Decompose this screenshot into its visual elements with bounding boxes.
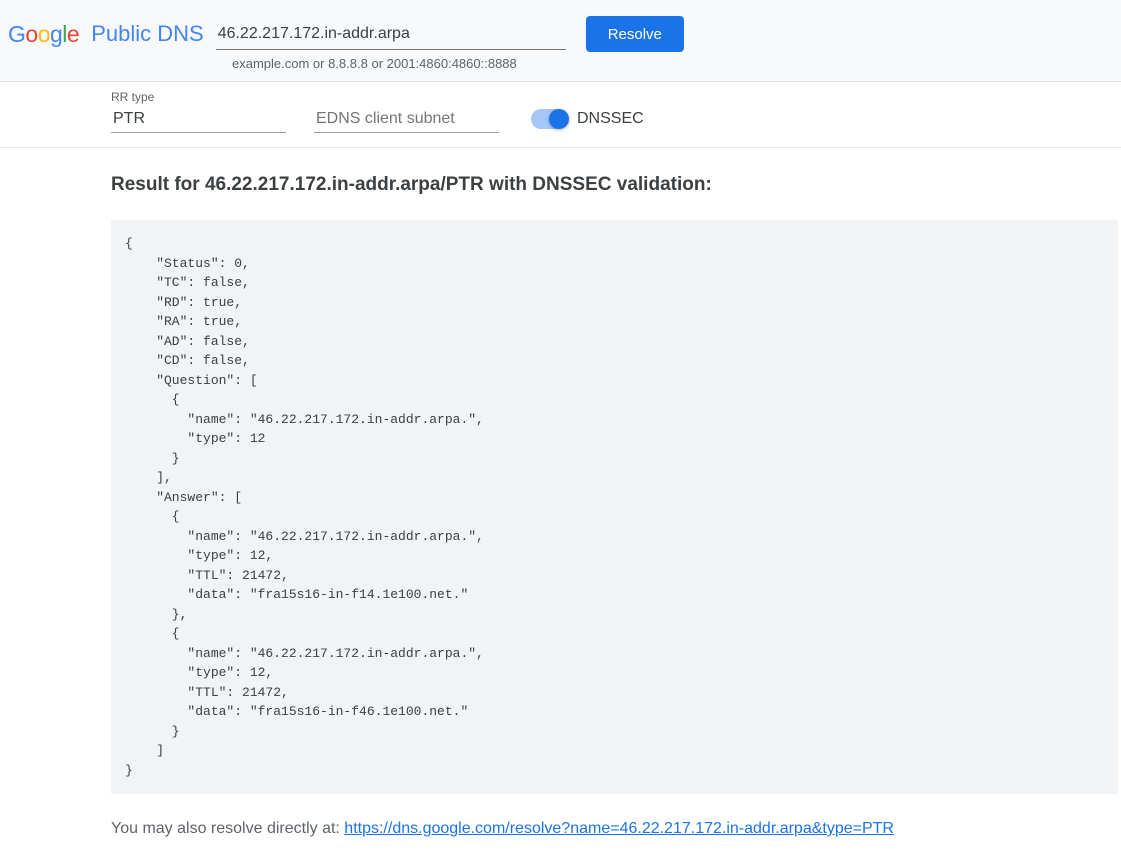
- product-name: Public DNS: [91, 21, 203, 47]
- rr-type-field: RR type: [111, 90, 286, 133]
- dnssec-label: DNSSEC: [577, 110, 644, 128]
- edns-input[interactable]: [314, 106, 499, 133]
- resolve-direct-link[interactable]: https://dns.google.com/resolve?name=46.2…: [344, 820, 894, 837]
- resolve-button[interactable]: Resolve: [586, 16, 684, 52]
- header-top-row: Google Public DNS Resolve: [8, 16, 1113, 52]
- toggle-knob-icon: [549, 109, 569, 129]
- domain-hint: example.com or 8.8.8.8 or 2001:4860:4860…: [232, 56, 1113, 71]
- result-heading: Result for 46.22.217.172.in-addr.arpa/PT…: [111, 174, 1121, 196]
- footer-prefix: You may also resolve directly at:: [111, 820, 344, 837]
- footer-line: You may also resolve directly at: https:…: [111, 820, 1121, 838]
- query-options-row: RR type DNSSEC: [0, 82, 1121, 148]
- dnssec-toggle-wrap: DNSSEC: [531, 109, 644, 133]
- content-area: Result for 46.22.217.172.in-addr.arpa/PT…: [0, 148, 1121, 864]
- json-result-block: { "Status": 0, "TC": false, "RD": true, …: [111, 220, 1118, 794]
- google-logo: Google: [8, 21, 79, 48]
- dnssec-toggle[interactable]: [531, 109, 567, 129]
- domain-input[interactable]: [216, 19, 566, 50]
- header-bar: Google Public DNS Resolve example.com or…: [0, 0, 1121, 82]
- rr-type-input[interactable]: [111, 106, 286, 133]
- rr-type-label: RR type: [111, 90, 286, 104]
- edns-field: [314, 106, 499, 133]
